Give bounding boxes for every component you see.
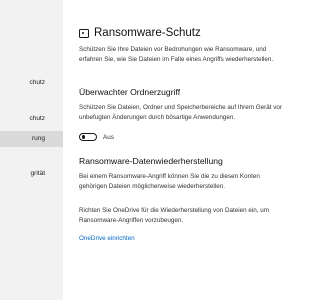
controlled-folder-access-toggle[interactable]: [79, 133, 97, 141]
sidebar-item-label: chutz: [29, 115, 45, 122]
controlled-folder-access-description: Schützen Sie Dateien, Ordner und Speiche…: [79, 104, 283, 121]
ransomware-protection-icon: [79, 28, 89, 38]
sidebar-item-device-security[interactable]: grität: [0, 166, 63, 182]
sidebar-nav: chutz chutz rung grität: [0, 0, 63, 300]
toggle-state-label: Aus: [103, 133, 114, 141]
sidebar-item-firewall-protection[interactable]: chutz: [0, 111, 63, 127]
main-content: Ransomware-Schutz Schützen Sie Ihre Date…: [63, 0, 300, 300]
toggle-knob: [81, 135, 86, 139]
page-header: Ransomware-Schutz: [79, 26, 201, 40]
controlled-folder-access-heading: Überwachter Ordnerzugriff: [79, 87, 181, 97]
sidebar-item-label: rung: [31, 135, 45, 142]
sidebar-item-label: chutz: [29, 79, 45, 86]
page-description: Schützen Sie Ihre Dateien vor Bedrohunge…: [79, 46, 274, 63]
sidebar-item-virus-protection[interactable]: chutz: [0, 75, 63, 91]
onedrive-setup-text: Richten Sie OneDrive für die Wiederherst…: [79, 207, 270, 224]
sidebar-item-app-control[interactable]: rung: [0, 131, 63, 147]
ransomware-recovery-description: Bei einem Ransomware-Angriff können Sie …: [79, 173, 260, 190]
ransomware-recovery-heading: Ransomware-Datenwiederherstellung: [79, 156, 223, 166]
sidebar-item-label: grität: [30, 170, 45, 177]
setup-onedrive-link[interactable]: OneDrive einrichten: [79, 235, 135, 242]
page-title: Ransomware-Schutz: [94, 27, 201, 39]
controlled-folder-access-toggle-row: Aus: [79, 133, 114, 141]
